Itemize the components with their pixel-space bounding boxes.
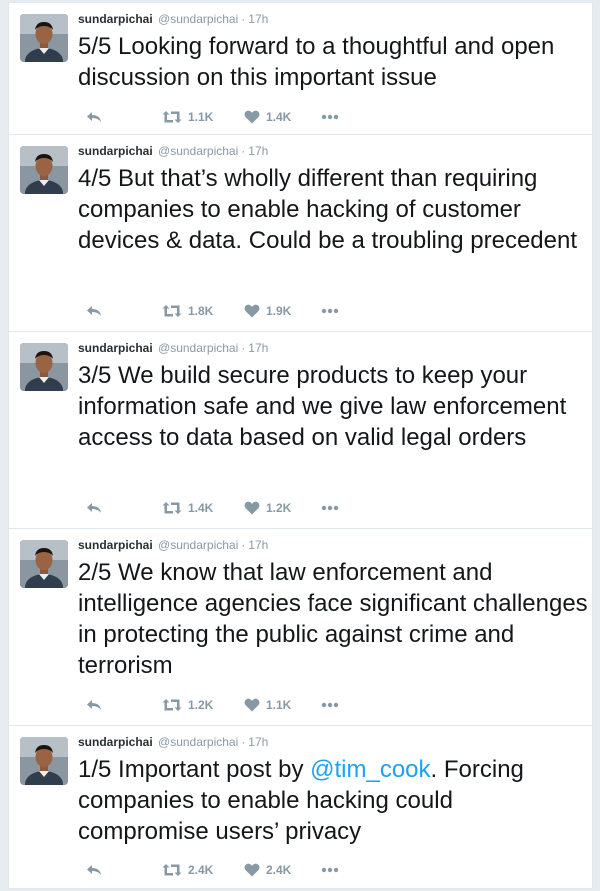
mention-link[interactable]: @tim_cook <box>310 756 430 783</box>
user-name[interactable]: sundarpichai <box>78 538 153 552</box>
like-button[interactable]: 2.4K <box>244 860 291 880</box>
reply-button[interactable] <box>86 695 102 715</box>
like-button[interactable]: 1.1K <box>244 695 291 715</box>
heart-icon <box>244 698 260 712</box>
tweet-text-body: 1/5 Important post by <box>78 756 311 783</box>
reply-icon <box>86 304 102 318</box>
tweet-header: sundarpichai @sundarpichai · 17h <box>78 143 268 159</box>
reply-button[interactable] <box>86 301 102 321</box>
user-name[interactable]: sundarpichai <box>78 144 153 158</box>
avatar[interactable] <box>20 737 68 785</box>
retweet-count: 1.4K <box>188 501 214 515</box>
more-icon <box>321 308 339 314</box>
tweet-text: 5/5 Looking forward to a thoughtful and … <box>78 31 588 93</box>
retweet-icon <box>162 863 182 877</box>
tweet-time[interactable]: 17h <box>248 538 268 552</box>
retweet-count: 1.8K <box>188 304 214 318</box>
tweet-text-body: 3/5 We build secure products to keep you… <box>78 362 567 451</box>
user-handle[interactable]: @sundarpichai <box>158 12 238 26</box>
reply-button[interactable] <box>86 498 102 518</box>
like-count: 1.9K <box>266 304 292 318</box>
more-button[interactable] <box>321 860 339 880</box>
tweet-text-body: 5/5 Looking forward to a thoughtful and … <box>78 33 555 91</box>
user-name[interactable]: sundarpichai <box>78 341 153 355</box>
like-count: 1.4K <box>266 110 292 124</box>
like-button[interactable]: 1.4K <box>244 107 291 127</box>
retweet-button[interactable]: 1.8K <box>162 301 213 321</box>
user-handle[interactable]: @sundarpichai <box>158 341 238 355</box>
more-button[interactable] <box>321 695 339 715</box>
tweet[interactable]: sundarpichai @sundarpichai · 17h 5/5 Looki… <box>8 2 593 135</box>
separator: · <box>241 341 246 355</box>
like-count: 1.1K <box>266 698 292 712</box>
tweet-time[interactable]: 17h <box>248 341 268 355</box>
tweet-header: sundarpichai @sundarpichai · 17h <box>78 11 268 27</box>
reply-button[interactable] <box>86 860 102 880</box>
tweet[interactable]: sundarpichai @sundarpichai · 17h 1/5 Impor… <box>8 726 593 889</box>
avatar[interactable] <box>20 343 68 391</box>
reply-icon <box>86 863 102 877</box>
retweet-icon <box>162 501 182 515</box>
tweet[interactable]: sundarpichai @sundarpichai · 17h 2/5 We kn… <box>8 529 593 726</box>
retweet-button[interactable]: 1.1K <box>162 107 213 127</box>
more-button[interactable] <box>321 498 339 518</box>
tweet-header: sundarpichai @sundarpichai · 17h <box>78 537 268 553</box>
separator: · <box>241 12 246 26</box>
reply-icon <box>86 698 102 712</box>
tweet-text: 1/5 Important post by @tim_cook. Forcing… <box>78 754 588 847</box>
tweet[interactable]: sundarpichai @sundarpichai · 17h 4/5 But t… <box>8 135 593 332</box>
retweet-count: 2.4K <box>188 863 214 877</box>
tweet-time[interactable]: 17h <box>248 12 268 26</box>
retweet-icon <box>162 304 182 318</box>
reply-icon <box>86 501 102 515</box>
separator: · <box>241 735 246 749</box>
user-handle[interactable]: @sundarpichai <box>158 144 238 158</box>
avatar[interactable] <box>20 540 68 588</box>
more-icon <box>321 867 339 873</box>
like-button[interactable]: 1.9K <box>244 301 291 321</box>
user-name[interactable]: sundarpichai <box>78 12 153 26</box>
separator: · <box>241 144 246 158</box>
tweet-timeline: sundarpichai @sundarpichai · 17h 5/5 Looki… <box>0 0 600 891</box>
tweet-header: sundarpichai @sundarpichai · 17h <box>78 734 268 750</box>
retweet-button[interactable]: 1.2K <box>162 695 213 715</box>
tweet-text: 2/5 We know that law enforcement and int… <box>78 557 588 681</box>
tweet-text-body: 4/5 But that’s wholly different than req… <box>78 165 577 254</box>
tweet-time[interactable]: 17h <box>248 144 268 158</box>
like-count: 1.2K <box>266 501 292 515</box>
tweet-time[interactable]: 17h <box>248 735 268 749</box>
tweet[interactable]: sundarpichai @sundarpichai · 17h 3/5 We bu… <box>8 332 593 529</box>
reply-button[interactable] <box>86 107 102 127</box>
heart-icon <box>244 304 260 318</box>
retweet-button[interactable]: 2.4K <box>162 860 213 880</box>
more-icon <box>321 505 339 511</box>
like-count: 2.4K <box>266 863 292 877</box>
more-button[interactable] <box>321 301 339 321</box>
tweet-text: 3/5 We build secure products to keep you… <box>78 360 588 453</box>
heart-icon <box>244 863 260 877</box>
retweet-count: 1.2K <box>188 698 214 712</box>
retweet-count: 1.1K <box>188 110 214 124</box>
retweet-icon <box>162 110 182 124</box>
reply-icon <box>86 110 102 124</box>
tweet-text: 4/5 But that’s wholly different than req… <box>78 163 588 256</box>
retweet-icon <box>162 698 182 712</box>
tweet-text-body: 2/5 We know that law enforcement and int… <box>78 559 588 679</box>
heart-icon <box>244 110 260 124</box>
like-button[interactable]: 1.2K <box>244 498 291 518</box>
user-name[interactable]: sundarpichai <box>78 735 153 749</box>
more-icon <box>321 114 339 120</box>
heart-icon <box>244 501 260 515</box>
avatar[interactable] <box>20 14 68 62</box>
retweet-button[interactable]: 1.4K <box>162 498 213 518</box>
more-button[interactable] <box>321 107 339 127</box>
user-handle[interactable]: @sundarpichai <box>158 538 238 552</box>
user-handle[interactable]: @sundarpichai <box>158 735 238 749</box>
more-icon <box>321 702 339 708</box>
separator: · <box>241 538 246 552</box>
tweet-header: sundarpichai @sundarpichai · 17h <box>78 340 268 356</box>
avatar[interactable] <box>20 146 68 194</box>
